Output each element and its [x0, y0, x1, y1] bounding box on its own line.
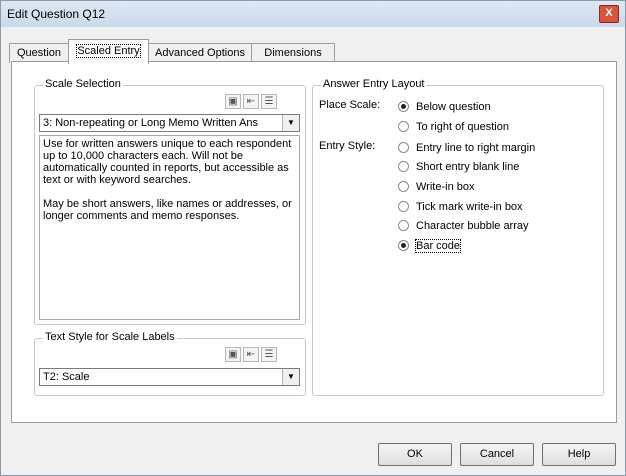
dialog-window: Edit Question Q12 X Question Scaled Entr…	[0, 0, 626, 476]
scale-description: Use for written answers unique to each r…	[39, 135, 300, 320]
list-icon[interactable]: ☰	[261, 347, 277, 362]
text-style-toolbar: ▣ ⇤ ☰	[225, 347, 277, 362]
radio-label: Entry line to right margin	[416, 141, 536, 154]
radio-label: To right of question	[416, 120, 509, 133]
radio-label: Short entry blank line	[416, 160, 520, 173]
radio-label: Below question	[416, 100, 491, 113]
ok-button[interactable]: OK	[378, 443, 452, 466]
radio-unchecked-icon	[398, 201, 409, 212]
scale-toolbar: ▣ ⇤ ☰	[225, 94, 277, 109]
chevron-down-icon[interactable]: ▼	[282, 369, 299, 385]
radio-label: Tick mark write-in box	[416, 200, 523, 213]
scale-description-p2: May be short answers, like names or addr…	[43, 198, 292, 222]
scale-selection-legend: Scale Selection	[43, 78, 123, 90]
text-style-legend: Text Style for Scale Labels	[43, 331, 177, 343]
place-scale-label: Place Scale:	[319, 99, 381, 111]
tab-panel: Scale Selection ▣ ⇤ ☰ 3: Non-repeating o…	[11, 61, 617, 423]
radio-unchecked-icon	[398, 121, 409, 132]
tab-question[interactable]: Question	[9, 43, 69, 63]
radio-label: Write-in box	[416, 180, 475, 193]
tab-dimensions[interactable]: Dimensions	[251, 43, 335, 63]
list-icon[interactable]: ☰	[261, 94, 277, 109]
text-style-group: Text Style for Scale Labels ▣ ⇤ ☰ T2: Sc…	[34, 331, 306, 396]
entry-style-label: Entry Style:	[319, 140, 376, 152]
chevron-down-icon[interactable]: ▼	[282, 115, 299, 131]
answer-entry-legend: Answer Entry Layout	[321, 78, 427, 90]
radio-below-question[interactable]: Below question	[398, 100, 491, 113]
radio-unchecked-icon	[398, 142, 409, 153]
help-button[interactable]: Help	[542, 443, 616, 466]
radio-unchecked-icon	[398, 181, 409, 192]
radio-entry-line[interactable]: Entry line to right margin	[398, 141, 535, 154]
camera-icon[interactable]: ▣	[225, 94, 241, 109]
scale-select[interactable]: 3: Non-repeating or Long Memo Written An…	[39, 114, 300, 132]
radio-checked-icon	[398, 240, 409, 251]
radio-short-entry[interactable]: Short entry blank line	[398, 160, 519, 173]
answer-entry-layout-group: Answer Entry Layout Place Scale: Below q…	[312, 78, 604, 396]
insert-arrow-icon[interactable]: ⇤	[243, 94, 259, 109]
insert-arrow-icon[interactable]: ⇤	[243, 347, 259, 362]
radio-write-in-box[interactable]: Write-in box	[398, 180, 474, 193]
scale-description-p1: Use for written answers unique to each r…	[43, 138, 292, 186]
radio-character-bubble[interactable]: Character bubble array	[398, 219, 529, 232]
scale-selection-group: Scale Selection ▣ ⇤ ☰ 3: Non-repeating o…	[34, 78, 306, 325]
tab-scaled-entry-label: Scaled Entry	[76, 44, 141, 58]
radio-label: Character bubble array	[416, 219, 529, 232]
text-style-select-value: T2: Scale	[43, 371, 90, 383]
radio-checked-icon	[398, 101, 409, 112]
radio-label: Bar code	[414, 238, 462, 253]
text-style-select[interactable]: T2: Scale ▼	[39, 368, 300, 386]
title-bar[interactable]: Edit Question Q12 X	[1, 1, 625, 27]
radio-unchecked-icon	[398, 161, 409, 172]
close-button[interactable]: X	[599, 5, 619, 23]
tab-advanced-options[interactable]: Advanced Options	[148, 43, 252, 63]
radio-right-of-question[interactable]: To right of question	[398, 120, 509, 133]
cancel-button[interactable]: Cancel	[460, 443, 534, 466]
dialog-title: Edit Question Q12	[7, 7, 106, 21]
radio-bar-code[interactable]: Bar code	[398, 238, 462, 253]
radio-tick-mark[interactable]: Tick mark write-in box	[398, 200, 523, 213]
tab-scaled-entry[interactable]: Scaled Entry	[68, 39, 149, 64]
scale-select-value: 3: Non-repeating or Long Memo Written An…	[43, 117, 259, 129]
camera-icon[interactable]: ▣	[225, 347, 241, 362]
radio-unchecked-icon	[398, 220, 409, 231]
